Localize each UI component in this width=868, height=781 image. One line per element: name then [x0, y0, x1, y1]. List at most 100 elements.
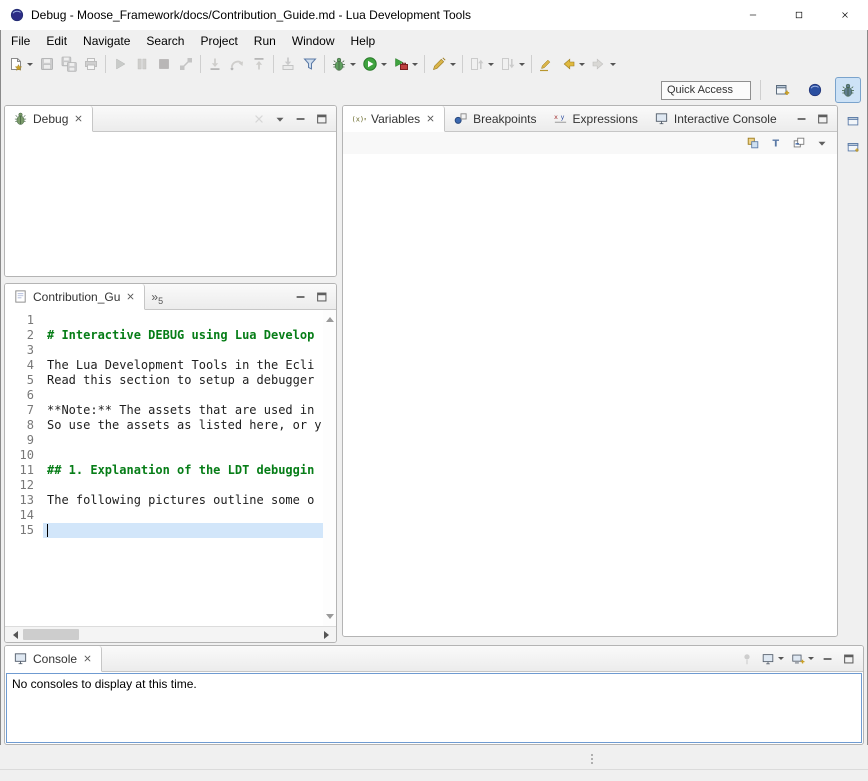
- close-tab-icon[interactable]: [425, 113, 436, 124]
- tab-label: Console: [33, 652, 77, 666]
- menu-navigate[interactable]: Navigate: [75, 32, 138, 50]
- use-step-filters-icon[interactable]: [299, 53, 321, 75]
- open-task-icon[interactable]: [428, 53, 459, 75]
- view-menu-icon[interactable]: [271, 110, 289, 128]
- close-tab-icon[interactable]: [125, 291, 136, 302]
- new-icon[interactable]: [5, 53, 36, 75]
- menu-run[interactable]: Run: [246, 32, 284, 50]
- dropdown-arrow-icon[interactable]: [778, 657, 784, 660]
- line-number: 2: [5, 328, 34, 343]
- scroll-down-arrow[interactable]: [326, 614, 334, 623]
- right-arrow-glyph: [324, 631, 333, 639]
- tab-expressions[interactable]: xyExpressions: [545, 106, 646, 131]
- tab-contribution-guide[interactable]: Contribution_Gu: [5, 284, 145, 310]
- menu-search[interactable]: Search: [138, 32, 192, 50]
- tab-overflow-chevron[interactable]: »5: [145, 284, 169, 309]
- close-tab-icon[interactable]: [82, 653, 93, 664]
- horizontal-scrollbar[interactable]: [5, 626, 336, 642]
- open-perspective-icon[interactable]: [770, 78, 794, 102]
- display-selected-console-icon[interactable]: [759, 650, 786, 668]
- toolbar-separator: [760, 80, 761, 100]
- dropdown-arrow-icon[interactable]: [27, 63, 33, 66]
- ldt-perspective-icon[interactable]: [803, 78, 827, 102]
- variables-header-buttons: [793, 106, 837, 131]
- tab-interactive-console[interactable]: Interactive Console: [646, 106, 785, 131]
- menu-help[interactable]: Help: [343, 32, 384, 50]
- code-line: [43, 523, 323, 538]
- remove-terminated-icon: [250, 110, 268, 128]
- run-icon[interactable]: [359, 53, 390, 75]
- code-line: [43, 508, 323, 523]
- console-header: Console: [5, 646, 863, 672]
- dropdown-arrow-icon[interactable]: [808, 657, 814, 660]
- show-logical-structures-icon[interactable]: [744, 134, 762, 152]
- maximize-view-icon[interactable]: [313, 110, 331, 128]
- terminate-icon: [153, 53, 175, 75]
- open-view-icon[interactable]: [844, 137, 862, 157]
- dropdown-arrow-icon[interactable]: [579, 63, 585, 66]
- dropdown-arrow-icon[interactable]: [412, 63, 418, 66]
- breakpoints-icon: [453, 111, 468, 126]
- maximize-view-icon[interactable]: [840, 650, 858, 668]
- tab-variables[interactable]: (x)=Variables: [343, 106, 445, 132]
- code-line: **Note:** The assets that are used in: [43, 403, 323, 418]
- code-line: So use the assets as listed here, or y: [43, 418, 323, 433]
- maximize-view-icon[interactable]: [313, 288, 331, 306]
- menu-project[interactable]: Project: [192, 32, 245, 50]
- menu-file[interactable]: File: [3, 32, 38, 50]
- close-tab-icon[interactable]: [73, 113, 84, 124]
- code-area[interactable]: # Interactive DEBUG using Lua DevelopThe…: [43, 310, 323, 626]
- dropdown-arrow-icon[interactable]: [610, 63, 616, 66]
- debug-view-header: Debug: [5, 106, 336, 132]
- maximize-window-button[interactable]: [776, 0, 822, 30]
- dropdown-arrow-icon[interactable]: [519, 63, 525, 66]
- close-window-button[interactable]: [822, 0, 868, 30]
- back-icon[interactable]: [557, 53, 588, 75]
- tab-debug[interactable]: Debug: [5, 106, 93, 132]
- dropdown-arrow-icon[interactable]: [381, 63, 387, 66]
- code-line: The Lua Development Tools in the Ecli: [43, 358, 323, 373]
- debug-icon[interactable]: [328, 53, 359, 75]
- scroll-right-arrow[interactable]: [320, 627, 336, 643]
- print-icon: [80, 53, 102, 75]
- tab-console[interactable]: Console: [5, 646, 102, 672]
- vertical-scrollbar[interactable]: [323, 310, 336, 626]
- open-console-icon[interactable]: [789, 650, 816, 668]
- menu-edit[interactable]: Edit: [38, 32, 75, 50]
- suspend-icon: [131, 53, 153, 75]
- restore-views-icon[interactable]: [844, 111, 862, 131]
- minimize-view-icon[interactable]: [793, 110, 811, 128]
- code-line: [43, 478, 323, 493]
- view-menu-icon[interactable]: [813, 134, 831, 152]
- minimize-view-icon[interactable]: [292, 110, 310, 128]
- show-type-names-icon[interactable]: T: [767, 134, 785, 152]
- tab-breakpoints[interactable]: Breakpoints: [445, 106, 544, 131]
- line-number-ruler[interactable]: 123456789101112131415: [5, 310, 43, 626]
- minimize-view-icon[interactable]: [819, 650, 837, 668]
- variables-icon: (x)=: [351, 111, 366, 126]
- code-line: [43, 433, 323, 448]
- minimize-view-icon[interactable]: [292, 288, 310, 306]
- collapse-all-icon[interactable]: [790, 134, 808, 152]
- dropdown-arrow-icon[interactable]: [450, 63, 456, 66]
- menu-window[interactable]: Window: [284, 32, 343, 50]
- quick-access-box[interactable]: Quick Access: [661, 81, 751, 100]
- scroll-up-arrow[interactable]: [326, 313, 334, 322]
- scroll-left-arrow[interactable]: [5, 627, 21, 643]
- variables-panel: (x)=VariablesBreakpointsxyExpressionsInt…: [342, 105, 838, 637]
- scrollbar-thumb[interactable]: [23, 629, 79, 640]
- toolbar-separator: [424, 55, 425, 73]
- maximize-view-icon[interactable]: [814, 110, 832, 128]
- step-over-icon: [226, 53, 248, 75]
- debug-perspective-icon[interactable]: [836, 78, 860, 102]
- resume-icon: [109, 53, 131, 75]
- minimize-window-button[interactable]: [730, 0, 776, 30]
- last-edit-location-icon[interactable]: [535, 53, 557, 75]
- scrollbar-track[interactable]: [21, 627, 320, 642]
- dropdown-arrow-icon[interactable]: [488, 63, 494, 66]
- expressions-icon: xy: [553, 111, 568, 126]
- code-line: [43, 343, 323, 358]
- resize-grip[interactable]: [591, 752, 593, 766]
- external-tools-icon[interactable]: [390, 53, 421, 75]
- dropdown-arrow-icon[interactable]: [350, 63, 356, 66]
